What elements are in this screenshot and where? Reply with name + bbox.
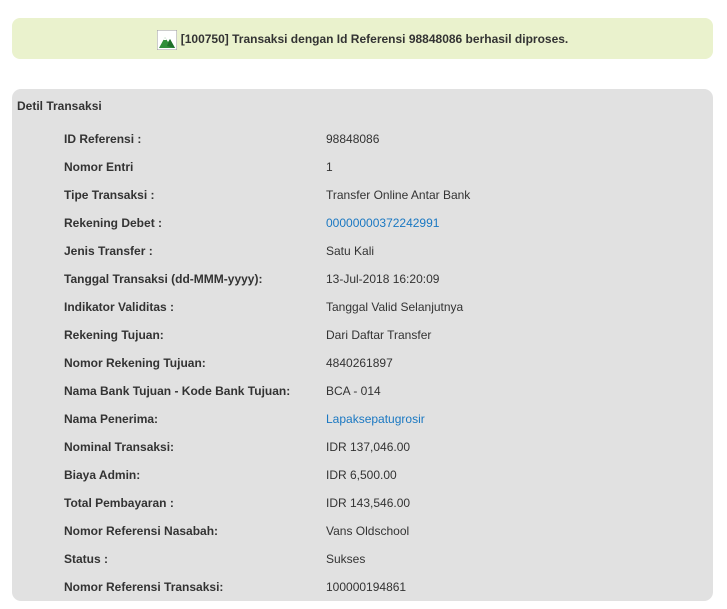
detail-row: Jenis Transfer : Satu Kali (12, 237, 713, 265)
detail-row: Nomor Referensi Nasabah: Vans Oldschool (12, 517, 713, 545)
detail-row: Nominal Transaksi: IDR 137,046.00 (12, 433, 713, 461)
detail-label: Rekening Tujuan: (64, 328, 164, 342)
detail-row: Nama Penerima: Lapaksepatugrosir (12, 405, 713, 433)
detail-label: Nama Bank Tujuan - Kode Bank Tujuan: (64, 384, 291, 398)
detail-label: Nomor Referensi Nasabah: (64, 524, 219, 538)
detail-value: 1 (326, 160, 333, 174)
detail-value: Sukses (326, 552, 366, 566)
detail-value: Dari Daftar Transfer (326, 328, 432, 342)
detail-row: Nomor Referensi Transaksi: 100000194861 (12, 573, 713, 601)
detail-value: 98848086 (326, 132, 380, 146)
detail-value: BCA - 014 (326, 384, 381, 398)
detail-value: Vans Oldschool (326, 524, 410, 538)
detail-row: Tanggal Transaksi (dd-MMM-yyyy): 13-Jul-2… (12, 265, 713, 293)
detail-value: 4840261897 (326, 356, 393, 370)
detail-value: IDR 6,500.00 (326, 468, 397, 482)
detail-label: Nomor Referensi Transaksi: (64, 580, 224, 594)
success-mountain-icon (156, 29, 178, 50)
detail-value: IDR 143,546.00 (326, 496, 411, 510)
detail-value: 13-Jul-2018 16:20:09 (326, 272, 440, 286)
detail-label: Indikator Validitas : (64, 300, 175, 314)
detail-value: Satu Kali (326, 244, 375, 258)
detail-value-link[interactable]: 00000000372242991 (326, 216, 439, 230)
detail-row: Nomor Entri 1 (12, 153, 713, 181)
detail-row: Rekening Debet : 00000000372242991 (12, 209, 713, 237)
detail-label: Nominal Transaksi: (64, 440, 175, 454)
detail-row: Nama Bank Tujuan - Kode Bank Tujuan: BCA … (12, 377, 713, 405)
detail-label: Status : (64, 552, 109, 566)
detail-value: 100000194861 (326, 580, 407, 594)
detail-label: Nama Penerima: (64, 412, 159, 426)
detail-value: IDR 137,046.00 (326, 440, 411, 454)
detail-label: ID Referensi : (64, 132, 142, 146)
detail-row: Biaya Admin: IDR 6,500.00 (12, 461, 713, 489)
detail-label: Nomor Rekening Tujuan: (64, 356, 206, 370)
detail-value: Tanggal Valid Selanjutnya (326, 300, 464, 314)
detail-value-link[interactable]: Lapaksepatugrosir (326, 412, 425, 426)
detail-row: Nomor Rekening Tujuan: 4840261897 (12, 349, 713, 377)
detail-row: Indikator Validitas : Tanggal Valid Selan… (12, 293, 713, 321)
detail-row: Total Pembayaran : IDR 143,546.00 (12, 489, 713, 517)
detail-value: Transfer Online Antar Bank (326, 188, 471, 202)
detail-label: Total Pembayaran : (64, 496, 174, 510)
detail-label: Tipe Transaksi : (64, 188, 155, 202)
detail-label: Rekening Debet : (64, 216, 163, 230)
detail-label: Tanggal Transaksi (dd-MMM-yyyy): (64, 272, 263, 286)
detail-label: Biaya Admin: (64, 468, 141, 482)
detail-row: Tipe Transaksi : Transfer Online Antar Ba… (12, 181, 713, 209)
detail-label: Jenis Transfer : (64, 244, 153, 258)
panel-title: Detil Transaksi (17, 99, 102, 113)
detail-row: Status : Sukses (12, 545, 713, 573)
detail-row: Rekening Tujuan: Dari Daftar Transfer (12, 321, 713, 349)
transaction-detail-panel: Detil Transaksi ID Referensi : 98848086 No… (12, 89, 713, 601)
detail-label: Nomor Entri (64, 160, 134, 174)
success-notice: [100750] Transaksi dengan Id Referensi 9… (12, 18, 713, 59)
notice-message: [100750] Transaksi dengan Id Referensi 9… (180, 31, 569, 46)
detail-row: ID Referensi : 98848086 (12, 125, 713, 153)
